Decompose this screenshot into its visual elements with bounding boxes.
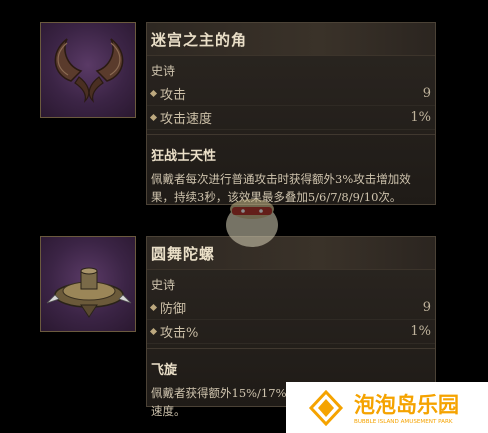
stat-row: 防御 9 (147, 296, 435, 320)
stat-label: 攻击速度 (160, 112, 213, 127)
mascot-watermark-icon (226, 199, 278, 247)
item-card-horns: 迷宫之主的角 史诗 攻击 9 攻击速度 1% 狂战士天性 佩戴者每次进行普通攻击… (146, 22, 436, 205)
svg-text:BUBBLE ISLAND AMUSEMENT PARK: BUBBLE ISLAND AMUSEMENT PARK (354, 419, 453, 425)
item-rarity: 史诗 (151, 64, 176, 78)
bullet-icon (149, 89, 158, 98)
bullet-icon (149, 303, 158, 312)
divider (147, 134, 435, 135)
bullet-icon (149, 327, 158, 336)
trait-name: 狂战士天性 (151, 149, 217, 164)
item-title: 迷宫之主的角 (151, 30, 248, 49)
stat-value: 1% (410, 324, 431, 339)
trait-name: 飞旋 (151, 363, 178, 378)
site-watermark: 泡泡岛乐园 BUBBLE ISLAND AMUSEMENT PARK (286, 382, 488, 433)
spinning-top-icon (46, 267, 132, 318)
item-title-row: 迷宫之主的角 (147, 23, 435, 56)
bubble-logo-icon (308, 390, 344, 426)
stat-value: 9 (422, 86, 431, 101)
watermark-logo-text: 泡泡岛乐园 BUBBLE ISLAND AMUSEMENT PARK (354, 393, 459, 425)
item-rarity: 史诗 (151, 278, 176, 292)
horns-icon (54, 38, 124, 103)
stat-row: 攻击% 1% (147, 320, 435, 344)
bullet-icon (149, 113, 158, 122)
stat-row: 攻击 9 (147, 82, 435, 106)
item-thumbnail-spinning-top[interactable] (40, 236, 136, 332)
divider (147, 348, 435, 349)
stat-label: 防御 (160, 302, 187, 317)
stat-value: 9 (422, 300, 431, 315)
item-thumbnail-horns[interactable] (40, 22, 136, 118)
item-title: 圆舞陀螺 (151, 244, 216, 263)
svg-text:泡泡岛乐园: 泡泡岛乐园 (354, 393, 459, 417)
stat-value: 1% (410, 110, 431, 125)
stat-label: 攻击% (160, 326, 199, 341)
stat-label: 攻击 (160, 88, 187, 103)
stat-row: 攻击速度 1% (147, 106, 435, 130)
